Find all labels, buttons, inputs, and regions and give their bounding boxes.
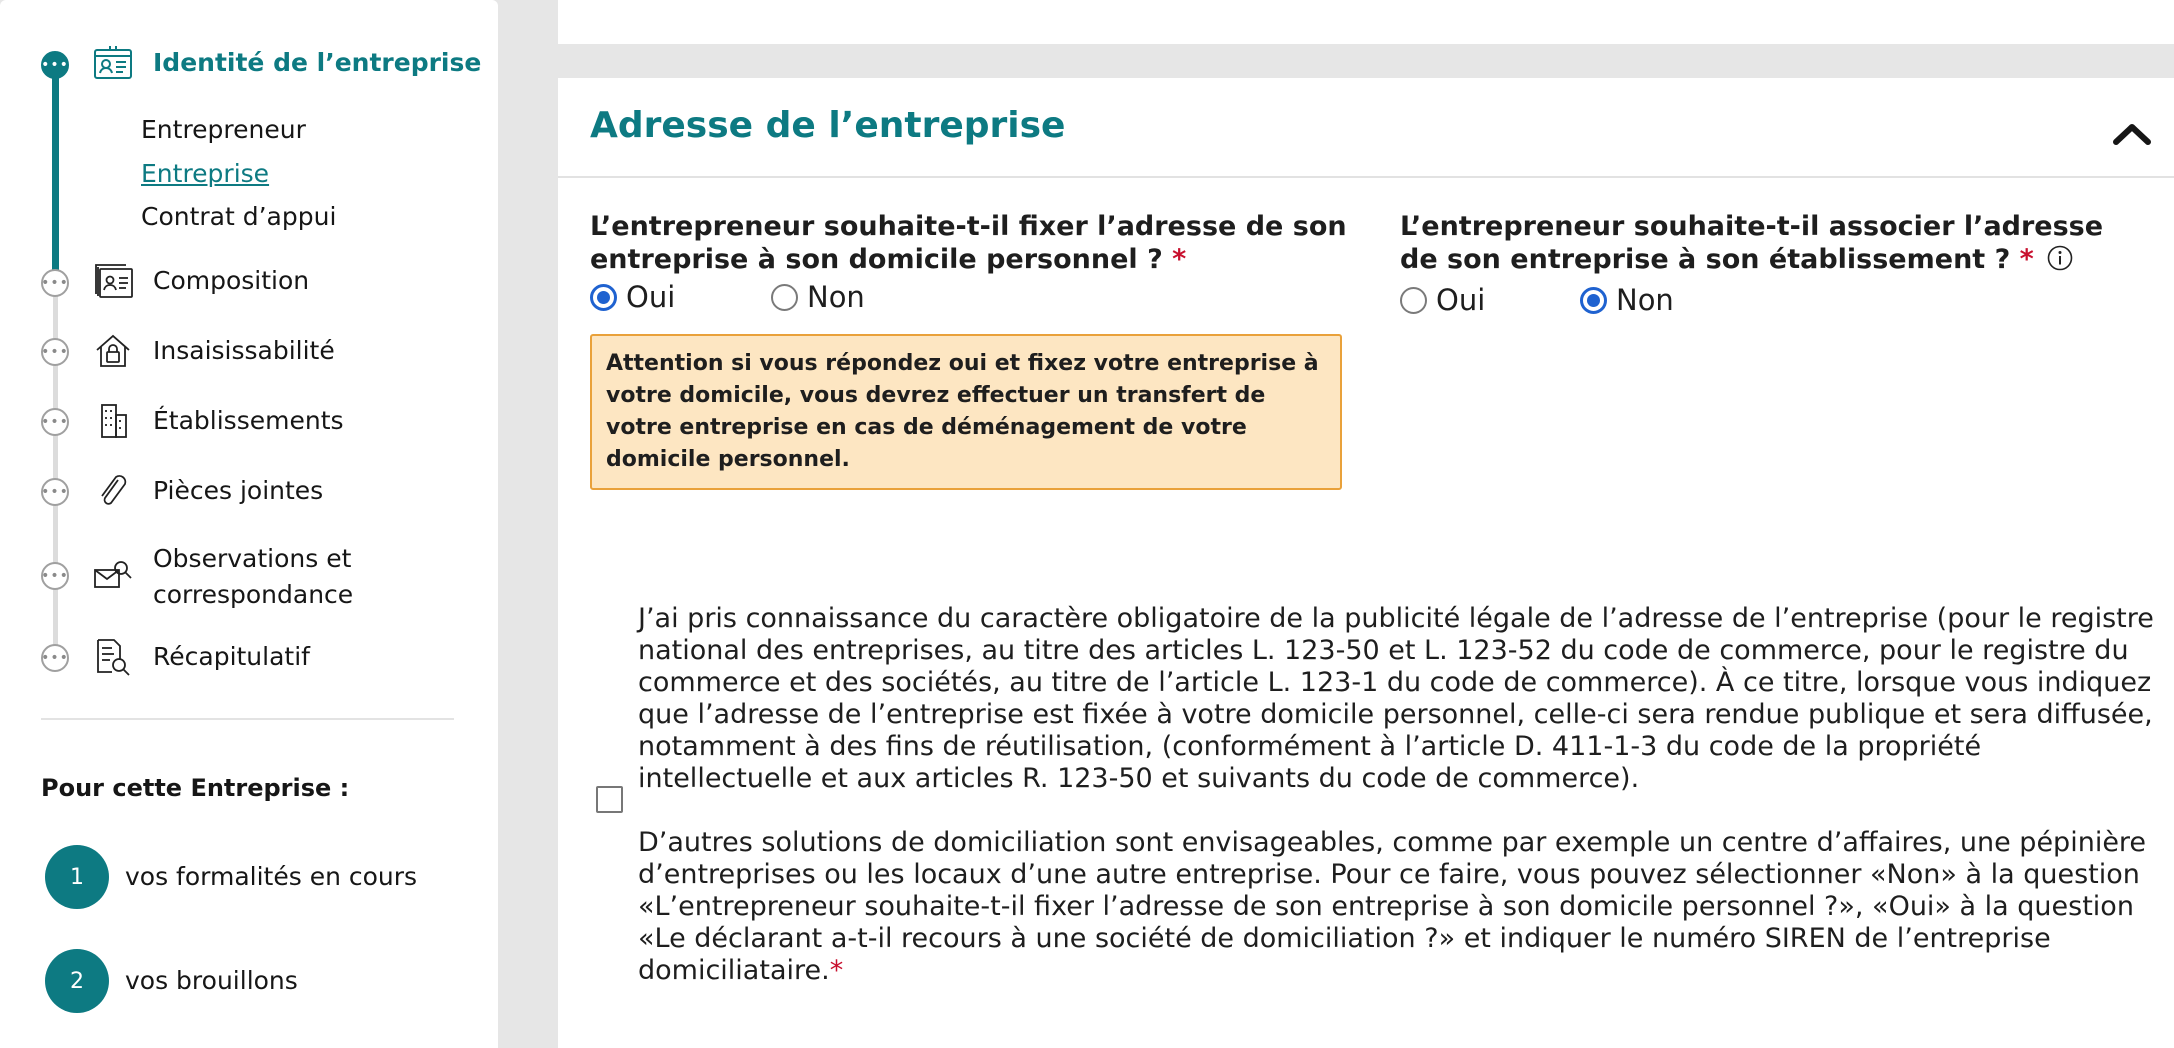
document-search-icon [92,636,134,678]
chevron-up-icon [2113,124,2151,145]
substep-entreprise[interactable]: Entreprise [141,159,269,188]
step-status-dot-current: ••• [41,51,69,79]
required-marker: * [1172,244,1187,275]
step-status-dot: ••• [41,338,69,366]
formalities-in-progress-link[interactable]: vos formalités en cours [125,862,417,891]
step-etablissements[interactable]: Établissements [153,406,344,435]
paperclip-icon [92,470,134,512]
radio-label: Non [1616,283,1674,317]
step-observations-line1: Observations et [153,544,352,573]
stepper-progress-rail [52,60,59,284]
drafts-count-badge: 2 [45,949,109,1013]
radio-label: Oui [626,280,676,314]
step-observations-line2: correspondance [153,580,354,609]
house-lock-icon [92,330,134,372]
step-composition[interactable]: Composition [153,266,309,295]
q1-non-radio[interactable]: Non [771,280,865,314]
previous-section-card [558,0,2174,44]
radio-label: Non [807,280,865,314]
radio-selected-icon [1580,286,1607,314]
building-icon [92,400,134,442]
step-pieces-jointes[interactable]: Pièces jointes [153,476,323,505]
sidebar-divider [41,718,454,720]
info-icon[interactable] [2047,245,2073,271]
mail-search-icon [92,554,134,596]
step-status-dot: ••• [41,408,69,436]
legal-notice-paragraph-1: J’ai pris connaissance du caractère obli… [638,603,2154,794]
legal-notice-paragraph-2: D’autres solutions de domiciliation sont… [638,827,2158,987]
id-card-icon [92,42,134,84]
radio-unselected-icon [1400,286,1427,314]
q1-oui-radio[interactable]: Oui [590,280,675,314]
step-status-dot: ••• [41,562,69,590]
step-insaisissabilite[interactable]: Insaisissabilité [153,336,335,365]
required-marker: * [829,955,844,986]
address-section: Adresse de l’entreprise L’entrepreneur s… [558,78,2174,1048]
q2-non-radio[interactable]: Non [1580,283,1674,317]
question-home-address-label: L’entrepreneur souhaite-t-il fixer l’adr… [590,210,1350,276]
collapse-section-button[interactable] [2108,114,2156,154]
drafts-link[interactable]: vos brouillons [125,966,298,995]
radio-unselected-icon [771,283,798,311]
step-status-dot: ••• [41,269,69,297]
radio-selected-icon [590,283,617,311]
section-divider [558,176,2174,178]
step-status-dot: ••• [41,478,69,506]
legal-notice-paragraph-2-text: D’autres solutions de domiciliation sont… [638,827,2147,986]
step-recapitulatif[interactable]: Récapitulatif [153,642,310,671]
step-identite-entreprise[interactable]: Identité de l’entreprise [153,48,481,77]
home-address-warning: Attention si vous répondez oui et fixez … [590,334,1342,490]
step-status-dot: ••• [41,644,69,672]
required-marker: * [2019,244,2034,275]
formalities-count-badge: 1 [45,845,109,909]
q2-oui-radio[interactable]: Oui [1400,283,1485,317]
people-list-icon [92,260,134,302]
radio-label: Oui [1436,283,1486,317]
formalities-heading: Pour cette Entreprise : [41,774,350,802]
section-title: Adresse de l’entreprise [590,105,1066,146]
substep-entrepreneur[interactable]: Entrepreneur [141,115,306,144]
substep-contrat-appui[interactable]: Contrat d’appui [141,202,336,231]
step-observations[interactable]: Observations et correspondance [153,541,353,613]
question-home-address-text: L’entrepreneur souhaite-t-il fixer l’adr… [590,211,1347,275]
question-establishment-text: L’entrepreneur souhaite-t-il associer l’… [1400,211,2104,275]
question-establishment-label: L’entrepreneur souhaite-t-il associer l’… [1400,210,2120,276]
legal-acknowledgement-checkbox[interactable] [596,786,623,813]
stepper-sidebar: ••• Identité de l’entreprise Entrepreneu… [0,0,498,1048]
